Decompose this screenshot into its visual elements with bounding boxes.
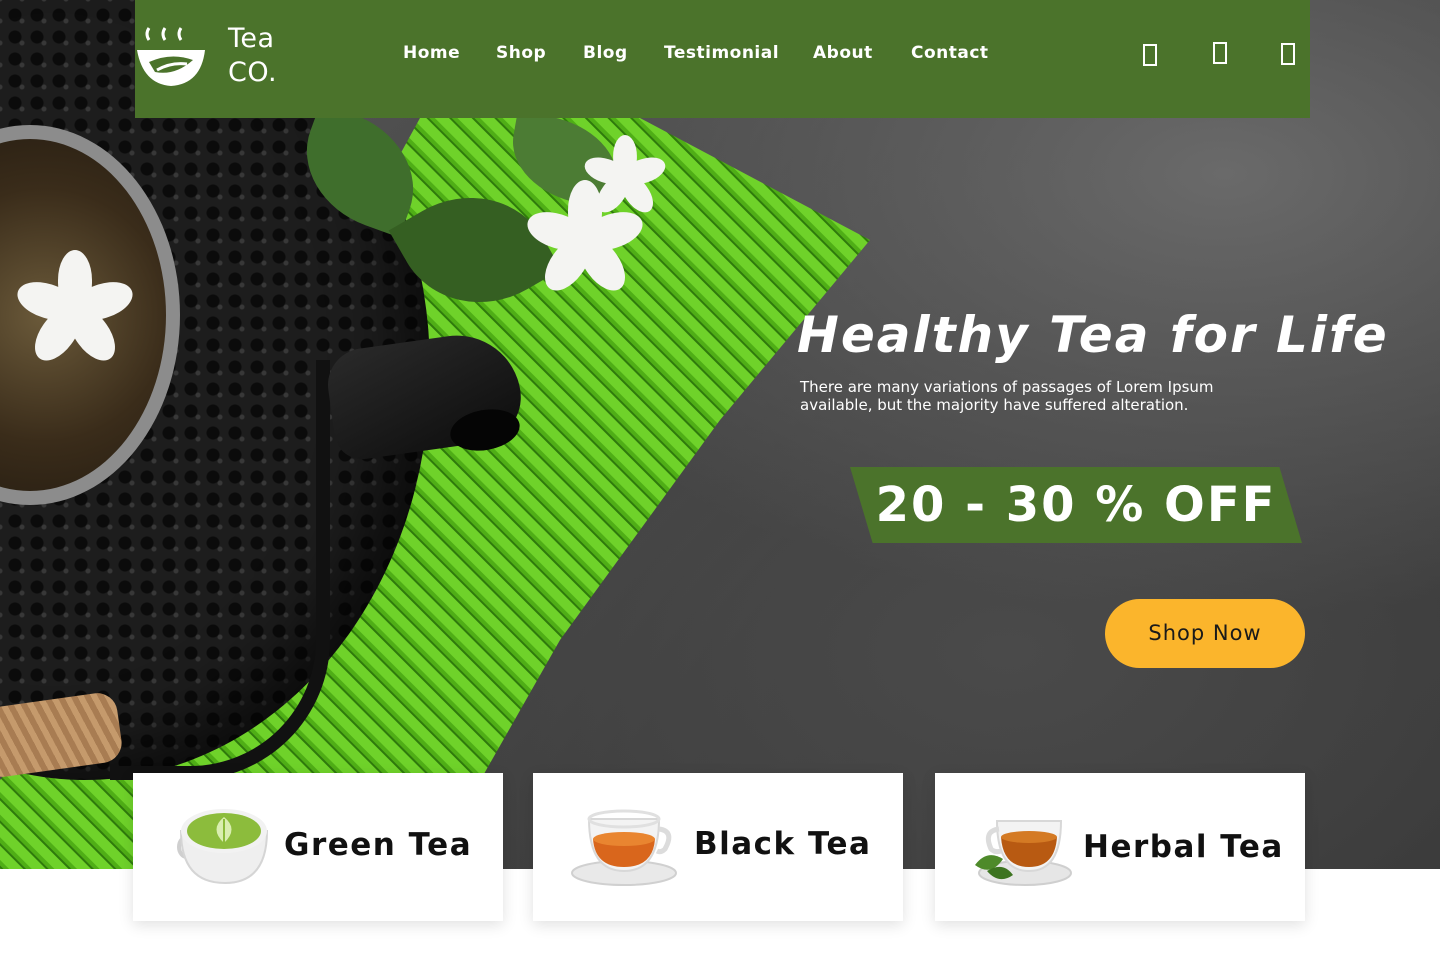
nav-item-testimonial[interactable]: Testimonial: [664, 43, 779, 63]
brand-name-line2: CO.: [228, 57, 278, 88]
hero-headline: Healthy Tea for Life: [797, 306, 1389, 364]
jasmine-flower: [12, 240, 138, 380]
brand-name[interactable]: Tea CO.: [228, 22, 277, 90]
category-label: Herbal Tea: [1083, 829, 1284, 865]
nav-item-contact[interactable]: Contact: [911, 43, 989, 63]
hero-subtext: There are many variations of passages of…: [800, 378, 1214, 414]
herbal-tea-cup-icon: [975, 820, 1072, 886]
category-card-herbal-tea[interactable]: Herbal Tea: [935, 773, 1305, 921]
nav-item-shop[interactable]: Shop: [496, 43, 546, 63]
category-label: Black Tea: [694, 826, 872, 862]
category-card-black-tea[interactable]: Black Tea: [533, 773, 903, 921]
jasmine-flower: [581, 135, 669, 218]
cart-icon[interactable]: [1281, 43, 1295, 65]
tea-cup-logo-icon[interactable]: [135, 26, 207, 88]
discount-banner: 20 - 30 % OFF: [850, 467, 1302, 543]
brand-name-line1: Tea: [228, 23, 275, 54]
category-card-green-tea[interactable]: Green Tea: [133, 773, 503, 921]
category-label: Green Tea: [284, 827, 473, 863]
nav-item-about[interactable]: About: [813, 43, 873, 63]
nav-item-home[interactable]: Home: [403, 43, 460, 63]
header-navbar: Tea CO. Home Shop Blog Testimonial About…: [135, 0, 1310, 118]
search-icon[interactable]: [1143, 44, 1157, 66]
shop-now-button[interactable]: Shop Now: [1105, 599, 1305, 668]
nav-item-blog[interactable]: Blog: [583, 43, 628, 63]
discount-text: 20 - 30 % OFF: [875, 477, 1277, 533]
user-icon[interactable]: [1213, 42, 1227, 64]
hero-banner: [0, 0, 1440, 869]
black-tea-cup-icon: [571, 809, 677, 886]
green-tea-cup-icon: [177, 809, 269, 885]
